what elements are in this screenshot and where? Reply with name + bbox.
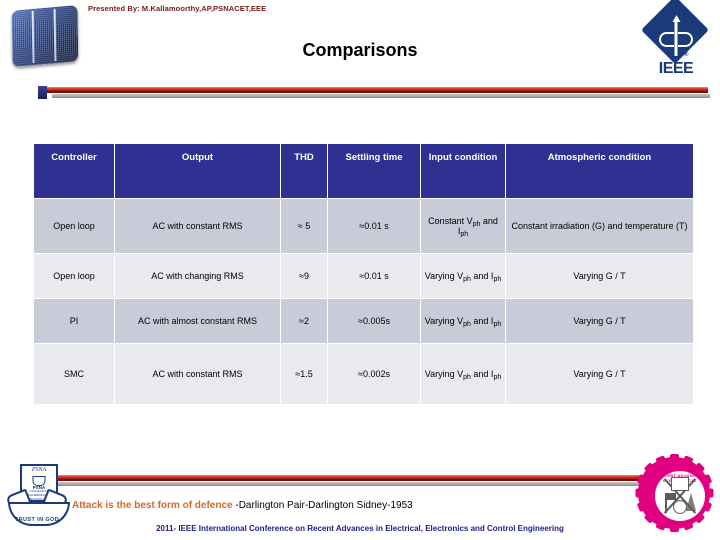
- presented-by-text: Presented By: M.Kallamoorthy,AP,PSNACET,…: [88, 4, 267, 13]
- ieee-logo: ® IEEE: [640, 0, 712, 88]
- gear-icon: RECENT ADVANCES IN ELECTRICAL: [635, 454, 713, 532]
- table-row: Open loop AC with changing RMS ≈9 ≈0.01 …: [34, 254, 693, 298]
- cell-output: AC with constant RMS: [115, 344, 280, 404]
- table-row: SMC AC with constant RMS ≈1.5 ≈0.002s Va…: [34, 344, 693, 404]
- divider-top: [38, 86, 710, 102]
- cell-output: AC with almost constant RMS: [115, 299, 280, 343]
- cell-settling-time: ≈0.01 s: [328, 199, 420, 253]
- table-row: PI AC with almost constant RMS ≈2 ≈0.005…: [34, 299, 693, 343]
- divider-shadow: [52, 94, 710, 98]
- cell-input-condition: Varying Vph and Iph: [421, 299, 505, 343]
- registered-mark: ®: [684, 52, 689, 58]
- cell-settling-time: ≈0.01 s: [328, 254, 420, 298]
- conference-footer-text: 2011- IEEE International Conference on R…: [156, 524, 564, 533]
- column-header-input-condition: Input condition: [421, 144, 505, 198]
- table-header-row: Controller Output THD Settling time Inpu…: [34, 144, 693, 198]
- page-title: Comparisons: [302, 40, 418, 60]
- cell-thd: ≈2: [281, 299, 327, 343]
- column-header-settling-time: Settling time: [328, 144, 420, 198]
- cell-thd: ≈9: [281, 254, 327, 298]
- tower-icon: [686, 493, 696, 511]
- cell-output: AC with changing RMS: [115, 254, 280, 298]
- quote-text: Attack is the best form of defence: [72, 500, 233, 511]
- cell-input-condition: Varying Vph and Iph: [421, 344, 505, 404]
- divider-bottom: [38, 474, 710, 490]
- divider-bar-dark: [47, 91, 708, 93]
- table-row: Open loop AC with constant RMS ≈ 5 ≈0.01…: [34, 199, 693, 253]
- cell-settling-time: ≈0.002s: [328, 344, 420, 404]
- quote-attribution: -Darlington Pair-Darlington Sidney-1953: [232, 500, 413, 511]
- cell-controller: Open loop: [34, 254, 114, 298]
- comparison-table: Controller Output THD Settling time Inpu…: [33, 143, 694, 405]
- gear-inner-disc: RECENT ADVANCES IN ELECTRICAL: [651, 467, 709, 525]
- cell-thd: ≈ 5: [281, 199, 327, 253]
- ieee-wordmark: IEEE: [658, 60, 694, 77]
- cell-controller: PI: [34, 299, 114, 343]
- atom-icon: [673, 500, 687, 514]
- flag-icon: [665, 493, 673, 513]
- ieee-loop-right-icon: [678, 32, 693, 47]
- column-header-atmospheric-condition: Atmospheric condition: [506, 144, 693, 198]
- crest-motto-text: TRUST IN GOD: [14, 517, 60, 523]
- cell-atmospheric-condition: Varying G / T: [506, 254, 693, 298]
- cell-controller: Open loop: [34, 199, 114, 253]
- cell-thd: ≈1.5: [281, 344, 327, 404]
- cell-output: AC with constant RMS: [115, 199, 280, 253]
- cell-controller: SMC: [34, 344, 114, 404]
- ieee-kite-icon: [659, 15, 693, 56]
- book-icon: [671, 477, 689, 491]
- quote-line: Attack is the best form of defence -Darl…: [72, 500, 413, 511]
- column-header-thd: THD: [281, 144, 327, 198]
- ieee-loop-left-icon: [659, 32, 674, 47]
- divider-bar-dark: [47, 479, 708, 481]
- column-header-controller: Controller: [34, 144, 114, 198]
- cell-atmospheric-condition: Constant irradiation (G) and temperature…: [506, 199, 693, 253]
- cell-input-condition: Constant Vph and Iph: [421, 199, 505, 253]
- divider-cap: [38, 86, 47, 99]
- divider-shadow: [52, 482, 710, 486]
- column-header-output: Output: [115, 144, 280, 198]
- crest-script-text: PSNA: [31, 467, 47, 473]
- cell-input-condition: Varying Vph and Iph: [421, 254, 505, 298]
- cell-atmospheric-condition: Varying G / T: [506, 344, 693, 404]
- cell-settling-time: ≈0.005s: [328, 299, 420, 343]
- cell-atmospheric-condition: Varying G / T: [506, 299, 693, 343]
